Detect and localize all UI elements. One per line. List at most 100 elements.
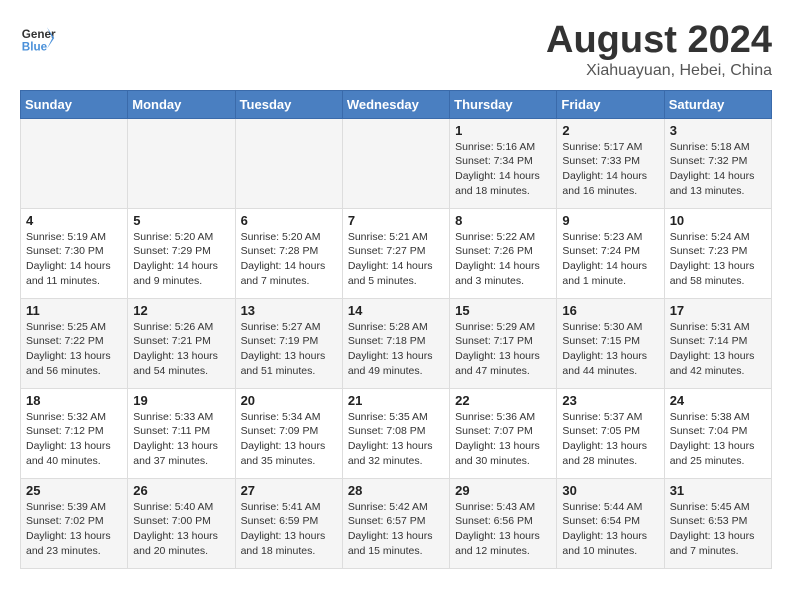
- calendar-cell: 22 Sunrise: 5:36 AM Sunset: 7:07 PM Dayli…: [450, 388, 557, 478]
- day-number: 3: [670, 123, 766, 138]
- weekday-header-monday: Monday: [128, 90, 235, 118]
- calendar-cell: 16 Sunrise: 5:30 AM Sunset: 7:15 PM Dayli…: [557, 298, 664, 388]
- day-number: 17: [670, 303, 766, 318]
- calendar-cell: 27 Sunrise: 5:41 AM Sunset: 6:59 PM Dayli…: [235, 478, 342, 568]
- day-info: Sunrise: 5:41 AM Sunset: 6:59 PM Dayligh…: [241, 500, 337, 559]
- day-info: Sunrise: 5:18 AM Sunset: 7:32 PM Dayligh…: [670, 140, 766, 199]
- day-info: Sunrise: 5:43 AM Sunset: 6:56 PM Dayligh…: [455, 500, 551, 559]
- day-info: Sunrise: 5:25 AM Sunset: 7:22 PM Dayligh…: [26, 320, 122, 379]
- calendar-cell: 30 Sunrise: 5:44 AM Sunset: 6:54 PM Dayli…: [557, 478, 664, 568]
- calendar-cell: 24Sunrise: 5:38 AM Sunset: 7:04 PM Dayli…: [664, 388, 771, 478]
- day-info: Sunrise: 5:27 AM Sunset: 7:19 PM Dayligh…: [241, 320, 337, 379]
- day-info: Sunrise: 5:45 AM Sunset: 6:53 PM Dayligh…: [670, 500, 766, 559]
- day-number: 16: [562, 303, 658, 318]
- calendar-cell: 21 Sunrise: 5:35 AM Sunset: 7:08 PM Dayli…: [342, 388, 449, 478]
- day-info: Sunrise: 5:35 AM Sunset: 7:08 PM Dayligh…: [348, 410, 444, 469]
- calendar-cell: 19Sunrise: 5:33 AM Sunset: 7:11 PM Dayli…: [128, 388, 235, 478]
- day-info: Sunrise: 5:19 AM Sunset: 7:30 PM Dayligh…: [26, 230, 122, 289]
- calendar-cell: 9 Sunrise: 5:23 AM Sunset: 7:24 PM Daylig…: [557, 208, 664, 298]
- day-info: Sunrise: 5:40 AM Sunset: 7:00 PM Dayligh…: [133, 500, 229, 559]
- day-info: Sunrise: 5:21 AM Sunset: 7:27 PM Dayligh…: [348, 230, 444, 289]
- day-number: 14: [348, 303, 444, 318]
- calendar-cell: 26 Sunrise: 5:40 AM Sunset: 7:00 PM Dayli…: [128, 478, 235, 568]
- day-number: 26: [133, 483, 229, 498]
- calendar-cell: 12Sunrise: 5:26 AM Sunset: 7:21 PM Dayli…: [128, 298, 235, 388]
- calendar-cell: 17 Sunrise: 5:31 AM Sunset: 7:14 PM Dayli…: [664, 298, 771, 388]
- calendar-cell: 7Sunrise: 5:21 AM Sunset: 7:27 PM Daylig…: [342, 208, 449, 298]
- calendar-cell: 29 Sunrise: 5:43 AM Sunset: 6:56 PM Dayli…: [450, 478, 557, 568]
- calendar-cell: 10 Sunrise: 5:24 AM Sunset: 7:23 PM Dayli…: [664, 208, 771, 298]
- day-info: Sunrise: 5:37 AM Sunset: 7:05 PM Dayligh…: [562, 410, 658, 469]
- calendar-cell: 23 Sunrise: 5:37 AM Sunset: 7:05 PM Dayli…: [557, 388, 664, 478]
- day-info: Sunrise: 5:44 AM Sunset: 6:54 PM Dayligh…: [562, 500, 658, 559]
- calendar-cell: 4 Sunrise: 5:19 AM Sunset: 7:30 PM Daylig…: [21, 208, 128, 298]
- day-info: Sunrise: 5:22 AM Sunset: 7:26 PM Dayligh…: [455, 230, 551, 289]
- day-number: 24: [670, 393, 766, 408]
- weekday-header-tuesday: Tuesday: [235, 90, 342, 118]
- day-number: 5: [133, 213, 229, 228]
- day-number: 6: [241, 213, 337, 228]
- day-number: 13: [241, 303, 337, 318]
- calendar-cell: 13 Sunrise: 5:27 AM Sunset: 7:19 PM Dayli…: [235, 298, 342, 388]
- day-info: Sunrise: 5:31 AM Sunset: 7:14 PM Dayligh…: [670, 320, 766, 379]
- day-info: Sunrise: 5:28 AM Sunset: 7:18 PM Dayligh…: [348, 320, 444, 379]
- day-number: 27: [241, 483, 337, 498]
- day-number: 25: [26, 483, 122, 498]
- calendar-cell: 20Sunrise: 5:34 AM Sunset: 7:09 PM Dayli…: [235, 388, 342, 478]
- day-number: 29: [455, 483, 551, 498]
- calendar-week-2: 4 Sunrise: 5:19 AM Sunset: 7:30 PM Daylig…: [21, 208, 772, 298]
- day-number: 12: [133, 303, 229, 318]
- day-info: Sunrise: 5:20 AM Sunset: 7:28 PM Dayligh…: [241, 230, 337, 289]
- calendar-cell: [128, 118, 235, 208]
- day-number: 22: [455, 393, 551, 408]
- page-header: General Blue August 2024 Xiahuayuan, Heb…: [20, 20, 772, 80]
- day-number: 21: [348, 393, 444, 408]
- calendar-cell: 15Sunrise: 5:29 AM Sunset: 7:17 PM Dayli…: [450, 298, 557, 388]
- calendar-week-4: 18Sunrise: 5:32 AM Sunset: 7:12 PM Dayli…: [21, 388, 772, 478]
- weekday-header-thursday: Thursday: [450, 90, 557, 118]
- weekday-header-row: SundayMondayTuesdayWednesdayThursdayFrid…: [21, 90, 772, 118]
- day-number: 2: [562, 123, 658, 138]
- calendar-cell: 25 Sunrise: 5:39 AM Sunset: 7:02 PM Dayli…: [21, 478, 128, 568]
- day-number: 9: [562, 213, 658, 228]
- calendar-cell: 8Sunrise: 5:22 AM Sunset: 7:26 PM Daylig…: [450, 208, 557, 298]
- day-info: Sunrise: 5:23 AM Sunset: 7:24 PM Dayligh…: [562, 230, 658, 289]
- day-info: Sunrise: 5:16 AM Sunset: 7:34 PM Dayligh…: [455, 140, 551, 199]
- calendar-cell: [21, 118, 128, 208]
- day-info: Sunrise: 5:30 AM Sunset: 7:15 PM Dayligh…: [562, 320, 658, 379]
- day-number: 11: [26, 303, 122, 318]
- day-info: Sunrise: 5:17 AM Sunset: 7:33 PM Dayligh…: [562, 140, 658, 199]
- day-info: Sunrise: 5:20 AM Sunset: 7:29 PM Dayligh…: [133, 230, 229, 289]
- weekday-header-friday: Friday: [557, 90, 664, 118]
- day-number: 10: [670, 213, 766, 228]
- calendar-cell: 6 Sunrise: 5:20 AM Sunset: 7:28 PM Daylig…: [235, 208, 342, 298]
- day-info: Sunrise: 5:36 AM Sunset: 7:07 PM Dayligh…: [455, 410, 551, 469]
- day-info: Sunrise: 5:42 AM Sunset: 6:57 PM Dayligh…: [348, 500, 444, 559]
- day-number: 18: [26, 393, 122, 408]
- calendar-cell: 1 Sunrise: 5:16 AM Sunset: 7:34 PM Daylig…: [450, 118, 557, 208]
- day-number: 4: [26, 213, 122, 228]
- calendar-cell: 5 Sunrise: 5:20 AM Sunset: 7:29 PM Daylig…: [128, 208, 235, 298]
- calendar-cell: [235, 118, 342, 208]
- calendar-cell: 18Sunrise: 5:32 AM Sunset: 7:12 PM Dayli…: [21, 388, 128, 478]
- day-info: Sunrise: 5:34 AM Sunset: 7:09 PM Dayligh…: [241, 410, 337, 469]
- day-number: 1: [455, 123, 551, 138]
- day-info: Sunrise: 5:39 AM Sunset: 7:02 PM Dayligh…: [26, 500, 122, 559]
- day-number: 31: [670, 483, 766, 498]
- day-number: 23: [562, 393, 658, 408]
- weekday-header-wednesday: Wednesday: [342, 90, 449, 118]
- logo: General Blue: [20, 20, 56, 56]
- page-subtitle: Xiahuayuan, Hebei, China: [546, 62, 772, 80]
- day-number: 15: [455, 303, 551, 318]
- calendar-week-1: 1 Sunrise: 5:16 AM Sunset: 7:34 PM Daylig…: [21, 118, 772, 208]
- logo-icon: General Blue: [20, 20, 56, 56]
- day-info: Sunrise: 5:24 AM Sunset: 7:23 PM Dayligh…: [670, 230, 766, 289]
- calendar-week-3: 11 Sunrise: 5:25 AM Sunset: 7:22 PM Dayli…: [21, 298, 772, 388]
- calendar-cell: 31 Sunrise: 5:45 AM Sunset: 6:53 PM Dayli…: [664, 478, 771, 568]
- calendar-table: SundayMondayTuesdayWednesdayThursdayFrid…: [20, 90, 772, 569]
- calendar-week-5: 25 Sunrise: 5:39 AM Sunset: 7:02 PM Dayli…: [21, 478, 772, 568]
- calendar-cell: 28Sunrise: 5:42 AM Sunset: 6:57 PM Dayli…: [342, 478, 449, 568]
- calendar-cell: 11 Sunrise: 5:25 AM Sunset: 7:22 PM Dayli…: [21, 298, 128, 388]
- weekday-header-sunday: Sunday: [21, 90, 128, 118]
- day-number: 30: [562, 483, 658, 498]
